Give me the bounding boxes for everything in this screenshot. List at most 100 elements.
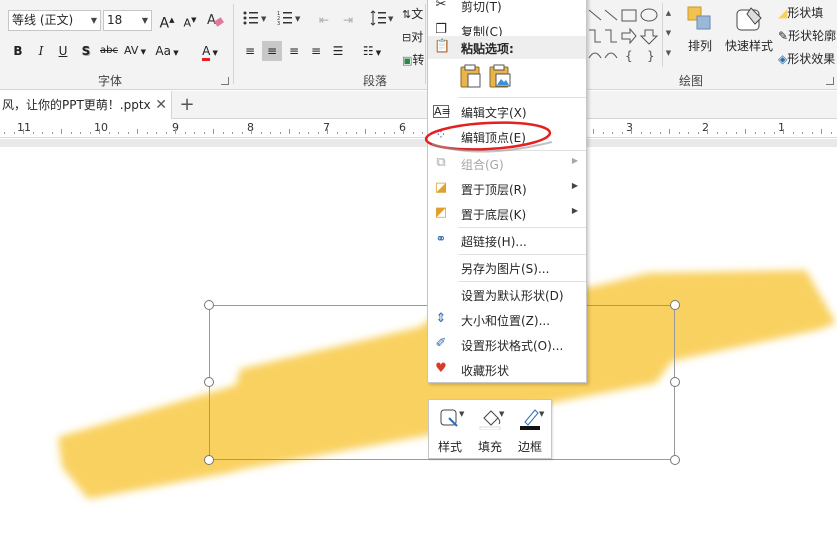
quick-styles-icon	[736, 7, 762, 31]
document-tab-title: 风，让你的PPT更萌！.pptx	[2, 98, 151, 112]
ruler-tick	[659, 132, 661, 134]
menu-item-label: 收藏形状	[461, 364, 510, 378]
menu-item-send-to-back[interactable]: ◩ 置于底层(K) ▶	[428, 201, 586, 226]
decrease-indent-button[interactable]: ⇤	[314, 10, 334, 30]
distributed-button[interactable]: ☰	[328, 41, 348, 61]
shape-outline-button[interactable]: ✎形状轮廓	[778, 27, 837, 45]
paste-icon: 📋	[434, 39, 451, 54]
svg-text:{: {	[625, 49, 633, 63]
bold-button[interactable]: B	[8, 41, 28, 61]
align-center-button[interactable]: ≡	[262, 41, 282, 61]
chevron-down-icon[interactable]: ▼	[142, 11, 148, 30]
font-size-combo[interactable]: 18 ▼	[103, 10, 152, 31]
ruler-tick	[640, 132, 642, 134]
align-left-button[interactable]: ≡	[240, 41, 260, 61]
menu-item-format-shape[interactable]: ✐ 设置形状格式(O)...	[428, 332, 586, 357]
shapes-gallery[interactable]: {}	[587, 4, 659, 66]
add-tab-button[interactable]: +	[178, 91, 196, 119]
outline-label: 边框	[517, 440, 542, 454]
svg-text:A: A	[207, 13, 216, 28]
numbering-icon: 123▼	[277, 11, 301, 27]
strikethrough-button[interactable]: abc	[97, 41, 121, 61]
ruler-tick	[4, 132, 5, 134]
justify-button[interactable]: ≡	[306, 41, 326, 61]
slide-canvas[interactable]: ▼ 样式 ▼ 填充 ▼ 边框	[0, 147, 837, 540]
drawing-dialog-launcher-icon[interactable]	[826, 77, 834, 85]
ribbon: 等线 (正文) ▼ 18 ▼ A▲ A▼ A B I U S abc AV ▼ …	[0, 0, 837, 90]
menu-item-label: 设置为默认形状(D)	[461, 289, 564, 303]
align-text-partial[interactable]: ⊟对	[402, 28, 423, 45]
menu-item-save-as-picture[interactable]: 另存为图片(S)...	[428, 255, 586, 280]
ruler-tick	[716, 132, 718, 134]
ruler-tick	[602, 132, 604, 134]
svg-text:▼: ▼	[295, 15, 301, 23]
underline-label: U	[58, 44, 68, 58]
resize-handle-middle-left[interactable]	[204, 377, 214, 387]
italic-label: I	[38, 44, 44, 58]
ruler-tick	[365, 129, 366, 134]
close-icon[interactable]: ✕	[155, 91, 167, 119]
italic-button[interactable]: I	[31, 41, 51, 61]
columns-button[interactable]: ☷ ▼	[358, 41, 386, 61]
ruler-tick	[175, 129, 176, 134]
fill-button[interactable]: ▼ 填充	[471, 400, 509, 458]
smartart-icon: ▣	[402, 54, 413, 67]
clear-formatting-button[interactable]: A	[205, 10, 225, 30]
shape-effects-button[interactable]: ◈形状效果	[778, 50, 837, 68]
text-direction-partial[interactable]: ⇅文	[402, 5, 423, 22]
resize-handle-top-right[interactable]	[670, 300, 680, 310]
ruler-tick	[118, 132, 119, 134]
menu-item-size-position[interactable]: ⇕ 大小和位置(Z)...	[428, 307, 586, 332]
ruler-tick	[811, 132, 813, 134]
underline-button[interactable]: U	[53, 41, 73, 61]
paste-keep-format-icon[interactable]	[459, 63, 483, 89]
font-dialog-launcher-icon[interactable]	[221, 77, 229, 85]
ruler-tick	[80, 132, 81, 134]
line-spacing-button[interactable]: ▼	[368, 10, 396, 30]
resize-handle-bottom-left[interactable]	[204, 455, 214, 465]
align-text-icon: ⊟	[402, 31, 412, 44]
change-case-button[interactable]: Aa ▼	[152, 41, 182, 61]
text-direction-icon: ⇅	[402, 8, 412, 21]
grow-font-button[interactable]: A▲	[157, 10, 177, 32]
svg-text:▼: ▼	[539, 410, 545, 418]
resize-handle-middle-right[interactable]	[670, 377, 680, 387]
outline-button[interactable]: ▼ 边框	[511, 400, 549, 458]
style-button[interactable]: ▼ 样式	[431, 400, 469, 458]
menu-item-bring-to-front[interactable]: ◪ 置于顶层(R) ▶	[428, 176, 586, 201]
font-name-combo[interactable]: 等线 (正文) ▼	[8, 10, 101, 31]
menu-item-favorite-shape[interactable]: ♥ 收藏形状	[428, 357, 586, 382]
shape-outline-label: 形状轮廓	[788, 29, 837, 43]
shrink-font-label: A	[183, 16, 192, 30]
ruler-tick	[355, 132, 357, 134]
menu-item-hyperlink[interactable]: ⚭ 超链接(H)...	[428, 228, 586, 253]
menu-item-cut[interactable]: ✂ 剪切(T)	[428, 0, 586, 18]
shrink-font-button[interactable]: A▼	[180, 10, 200, 30]
shape-fill-button[interactable]: ◢形状填	[778, 4, 837, 22]
ruler-tick	[830, 132, 832, 134]
menu-item-label: 置于顶层(R)	[461, 183, 527, 197]
shape-fill-label: 形状填	[787, 6, 824, 20]
numbering-button[interactable]: 1 2 3 ▼	[274, 10, 304, 30]
char-spacing-button[interactable]: AV ▼	[122, 41, 148, 61]
convert-smartart-partial[interactable]: ▣转	[402, 51, 424, 68]
resize-handle-bottom-right[interactable]	[670, 455, 680, 465]
font-color-button[interactable]: A ▼	[195, 41, 225, 61]
resize-handle-top-left[interactable]	[204, 300, 214, 310]
shapes-scroll[interactable]: ▲ ▼ ▼	[662, 3, 674, 67]
bullets-button[interactable]: ▼	[240, 10, 270, 30]
ruler-tick	[308, 132, 309, 134]
quick-styles-button[interactable]: 快速样式	[720, 4, 778, 66]
chevron-down-icon[interactable]: ▼	[91, 11, 97, 30]
arrange-button[interactable]: 排列	[682, 4, 718, 66]
ruler-tick	[631, 129, 632, 134]
ruler-tick	[270, 132, 271, 134]
text-shadow-label: S	[81, 44, 91, 58]
document-tab[interactable]: 风，让你的PPT更萌！.pptx ✕	[0, 91, 172, 119]
increase-indent-button[interactable]: ⇥	[338, 10, 358, 30]
align-right-button[interactable]: ≡	[284, 41, 304, 61]
text-shadow-button[interactable]: S	[76, 41, 96, 61]
menu-item-set-default-shape[interactable]: 设置为默认形状(D)	[428, 282, 586, 307]
paste-as-picture-icon[interactable]	[488, 63, 512, 89]
menu-item-label: 置于底层(K)	[461, 208, 527, 222]
